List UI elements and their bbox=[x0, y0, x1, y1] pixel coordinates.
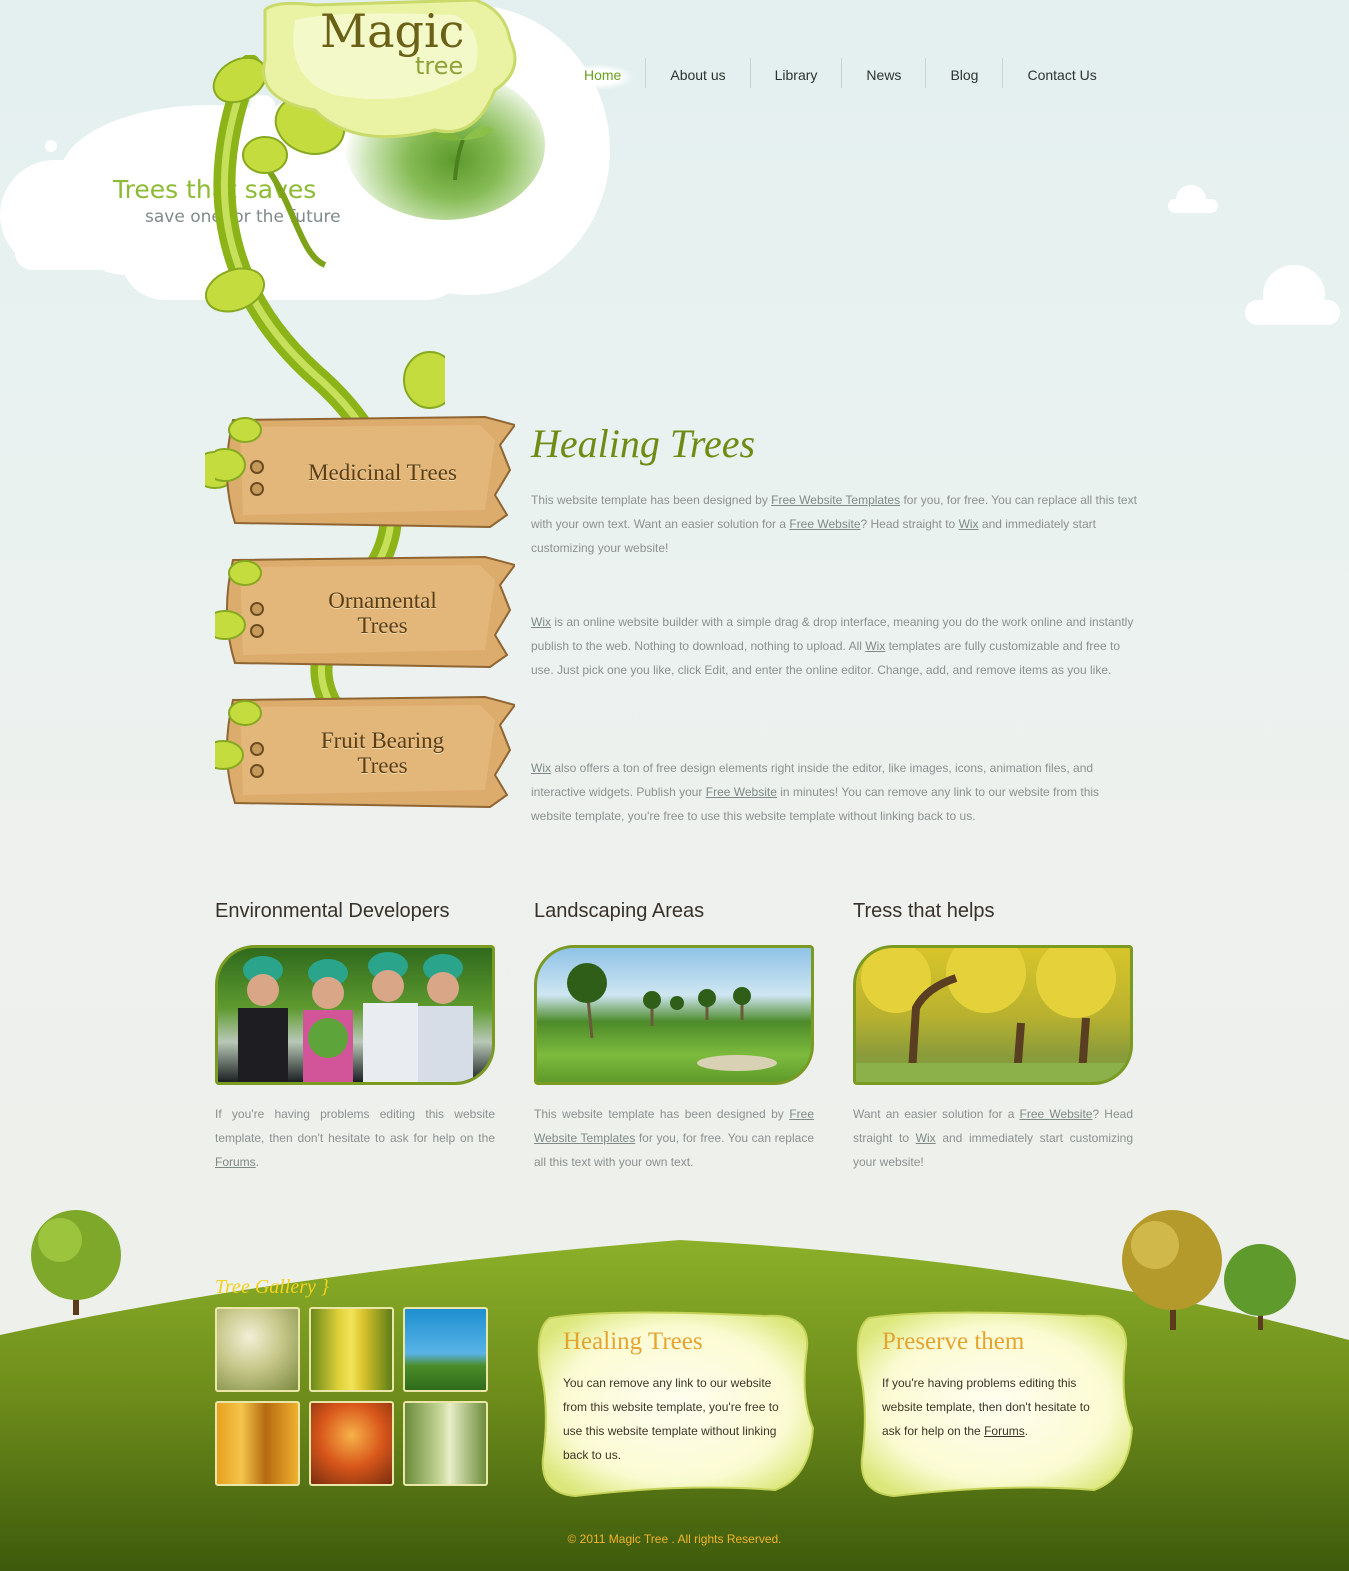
link-free-website-templates[interactable]: Free Website Templates bbox=[771, 493, 900, 507]
text: ? Head straight to bbox=[860, 517, 959, 531]
column-landscaping: Landscaping Areas This website template … bbox=[534, 900, 814, 1169]
nav-about[interactable]: About us bbox=[646, 58, 751, 88]
link-free-website[interactable]: Free Website bbox=[789, 517, 860, 531]
design-elements-paragraph: Wix also offers a ton of free design ele… bbox=[531, 756, 1143, 828]
logo[interactable]: Magic tree bbox=[255, 0, 520, 140]
text: . bbox=[255, 1155, 260, 1169]
link-free-website[interactable]: Free Website bbox=[706, 785, 777, 799]
board-label-line2: Trees bbox=[357, 612, 408, 638]
board-ornamental-trees[interactable]: Ornamental Trees bbox=[215, 555, 515, 670]
column-title: Environmental Developers bbox=[215, 900, 450, 922]
nav-news[interactable]: News bbox=[842, 58, 927, 88]
board-label-line1: Fruit Bearing bbox=[320, 727, 445, 753]
gallery-thumb-forest-path[interactable] bbox=[403, 1401, 488, 1486]
link-forums[interactable]: Forums bbox=[984, 1424, 1025, 1438]
gallery-thumb-red-trees[interactable] bbox=[309, 1401, 394, 1486]
link-wix[interactable]: Wix bbox=[959, 517, 979, 531]
note-text: You can remove any link to our website f… bbox=[563, 1376, 779, 1462]
column-environmental: Environmental Developers If you're havin… bbox=[215, 900, 495, 1169]
board-label-line1: Ornamental bbox=[328, 587, 437, 613]
main-nav: Home About us Library News Blog Contact … bbox=[560, 55, 1121, 91]
photo-workers-helmets bbox=[215, 945, 495, 1085]
link-wix[interactable]: Wix bbox=[531, 615, 551, 629]
link-wix[interactable]: Wix bbox=[916, 1131, 936, 1145]
page-title: Healing Trees bbox=[531, 421, 756, 466]
logo-sub: tree bbox=[415, 52, 464, 80]
cloud-mid-small bbox=[1168, 185, 1218, 215]
board-label-line2: Trees bbox=[357, 752, 408, 778]
gallery-thumb-blossom[interactable] bbox=[215, 1307, 300, 1392]
gallery-title: Tree Gallery } bbox=[215, 1276, 329, 1298]
link-wix[interactable]: Wix bbox=[531, 761, 551, 775]
note-title: Healing Trees bbox=[563, 1328, 703, 1355]
photo-golf-landscape bbox=[534, 945, 814, 1085]
gallery-thumb-lone-tree[interactable] bbox=[403, 1307, 488, 1392]
nav-home[interactable]: Home bbox=[560, 58, 647, 90]
logo-name: Magic bbox=[320, 4, 465, 58]
column-text: Want an easier solution for a Free Websi… bbox=[853, 1102, 1133, 1174]
column-title: Tress that helps bbox=[853, 900, 995, 922]
intro-paragraph: This website template has been designed … bbox=[531, 488, 1143, 560]
board-fruit-bearing-trees[interactable]: Fruit Bearing Trees bbox=[215, 695, 515, 810]
text: If you're having problems editing this w… bbox=[215, 1107, 495, 1145]
photo-yellow-trees bbox=[853, 945, 1133, 1085]
column-title: Landscaping Areas bbox=[534, 900, 705, 922]
text: . bbox=[1024, 1424, 1029, 1438]
column-trees-help: Tress that helps Want an easier solution… bbox=[853, 900, 1133, 1169]
gallery-thumb-autumn-forest[interactable] bbox=[215, 1401, 300, 1486]
nav-blog[interactable]: Blog bbox=[926, 58, 1004, 88]
wix-paragraph: Wix is an online website builder with a … bbox=[531, 610, 1143, 682]
column-text: If you're having problems editing this w… bbox=[215, 1102, 495, 1174]
board-medicinal-trees[interactable]: Medicinal Trees bbox=[215, 415, 515, 530]
link-wix[interactable]: Wix bbox=[865, 639, 885, 653]
copyright: © 2011 Magic Tree . All rights Reserved. bbox=[567, 1532, 782, 1546]
text: This website template has been designed … bbox=[534, 1107, 790, 1121]
cloud-bubble bbox=[45, 140, 57, 152]
cloud-right bbox=[1245, 265, 1340, 330]
text: This website template has been designed … bbox=[531, 493, 772, 507]
note-healing-trees: Healing Trees You can remove any link to… bbox=[535, 1308, 815, 1498]
note-preserve-them: Preserve them If you're having problems … bbox=[854, 1308, 1134, 1498]
cloud-bubble bbox=[190, 265, 204, 279]
text: Want an easier solution for a bbox=[853, 1107, 1020, 1121]
note-title: Preserve them bbox=[882, 1328, 1025, 1355]
gallery-thumb-avenue[interactable] bbox=[309, 1307, 394, 1392]
column-text: This website template has been designed … bbox=[534, 1102, 814, 1174]
link-free-website[interactable]: Free Website bbox=[1020, 1107, 1093, 1121]
nav-library[interactable]: Library bbox=[751, 58, 843, 88]
link-forums[interactable]: Forums bbox=[215, 1155, 256, 1169]
note-text: If you're having problems editing this w… bbox=[882, 1371, 1110, 1443]
board-label: Medicinal Trees bbox=[308, 460, 457, 485]
nav-contact[interactable]: Contact Us bbox=[1003, 58, 1120, 88]
